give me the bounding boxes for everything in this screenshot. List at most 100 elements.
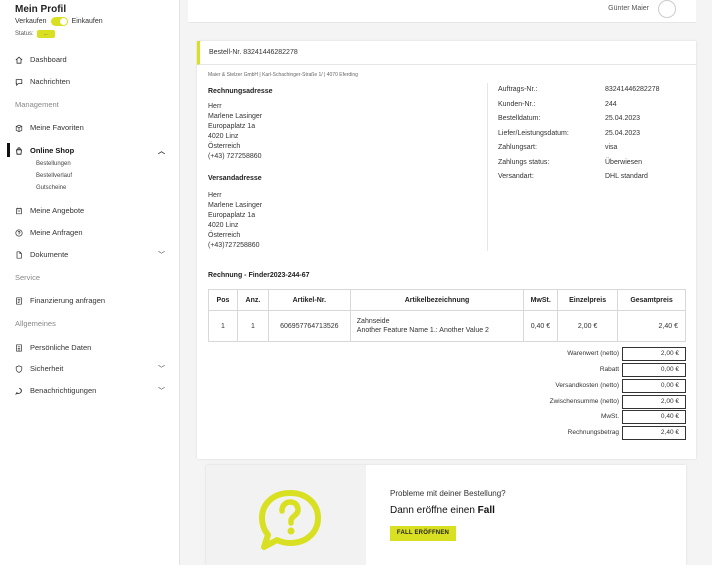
status-label: Status:	[15, 31, 34, 37]
bell-chat-icon	[15, 387, 23, 395]
sidebar-subitem-vouchers[interactable]: Gutscheine	[36, 185, 66, 191]
sidebar-item-label: Meine Angebote	[30, 206, 85, 215]
billing-line: (+43) 727258860	[208, 153, 262, 160]
sidebar-item-requests[interactable]: Meine Anfragen	[15, 228, 173, 237]
active-indicator	[7, 143, 10, 157]
sidebar: Mein Profil Verkaufen Einkaufen Status: …	[0, 0, 180, 565]
sidebar-item-label: Finanzierung anfragen	[30, 296, 106, 305]
box-icon	[15, 124, 23, 132]
item-name: Zahnseide	[356, 318, 390, 325]
sidebar-item-notifications[interactable]: Benachrichtigungen ﹀	[15, 386, 173, 395]
chevron-down-icon: ﹀	[158, 251, 165, 259]
sidebar-item-messages[interactable]: Nachrichten	[15, 77, 173, 86]
sidebar-item-offers[interactable]: Meine Angebote	[15, 206, 173, 215]
summary-label: Versandkosten (netto)	[555, 382, 619, 389]
column-header: Artikel-Nr.	[267, 289, 351, 311]
info-label: Zahlungsart:	[498, 144, 537, 151]
column-header: Gesamtpreis	[617, 289, 686, 311]
mode-switch-row: Verkaufen Einkaufen	[15, 17, 103, 26]
help-cta-prefix: Dann eröffne einen	[390, 505, 478, 516]
sidebar-item-financing[interactable]: Finanzierung anfragen	[15, 296, 173, 305]
summary-discount: Rabatt 0,00 €	[527, 363, 686, 377]
mode-buy-label: Einkaufen	[71, 18, 103, 25]
summary-value: 2,40 €	[622, 426, 686, 440]
cell-unit-price: 2,00 €	[557, 310, 619, 342]
chat-icon	[15, 78, 23, 86]
document-icon	[15, 250, 23, 259]
summary-subtotal: Zwischensumme (netto) 2,00 €	[527, 395, 686, 409]
billing-line: 4020 Linz	[208, 133, 239, 140]
summary-label: Zwischensumme (netto)	[549, 398, 619, 405]
column-header: Anz.	[236, 289, 269, 311]
shipping-line: (+43)727258860	[208, 242, 260, 249]
sidebar-subitem-orders[interactable]: Bestellungen	[36, 161, 71, 167]
sidebar-item-label: Meine Anfragen	[30, 228, 83, 237]
summary-value: 0,40 €	[622, 410, 686, 424]
cell-qty: 1	[236, 310, 269, 342]
sidebar-item-label: Dashboard	[30, 55, 67, 64]
info-value: 25.04.2023	[605, 130, 641, 137]
info-value: 83241446282278	[605, 86, 660, 93]
shipping-line: Europaplatz 1a	[208, 212, 256, 219]
billing-line: Marlene Lasinger	[208, 113, 263, 120]
offer-icon	[15, 207, 23, 215]
sidebar-item-online-shop[interactable]: Online Shop ︿	[15, 146, 173, 155]
summary-shipping: Versandkosten (netto) 0,00 €	[527, 379, 686, 393]
order-header: Bestell-Nr. 83241446282278	[197, 41, 696, 65]
summary-label: Rabatt	[599, 366, 619, 373]
shipping-line: 4020 Linz	[208, 222, 239, 229]
cell-description: Zahnseide Another Feature Name 1.: Anoth…	[349, 310, 525, 342]
sidebar-item-personal-data[interactable]: Persönliche Daten	[15, 343, 173, 352]
summary-label: Warenwert (netto)	[567, 350, 619, 357]
profile-title: Mein Profil	[15, 4, 67, 15]
chevron-down-icon: ﹀	[158, 365, 165, 373]
cell-pos: 1	[208, 310, 238, 342]
billing-address-title: Rechnungsadresse	[208, 88, 273, 95]
section-general: Allgemeines	[15, 319, 56, 328]
info-value: Überwiesen	[605, 159, 642, 166]
mode-toggle[interactable]	[50, 17, 68, 26]
finance-icon	[15, 296, 23, 305]
sidebar-item-documents[interactable]: Dokumente ﹀	[15, 250, 173, 259]
user-name[interactable]: Günter Maier	[608, 5, 649, 12]
mode-sell-label: Verkaufen	[15, 18, 47, 25]
sidebar-item-label: Online Shop	[30, 146, 75, 155]
items-table: Pos Anz. Artikel-Nr. Artikelbezeichnung …	[208, 289, 686, 342]
summary-vat: MwSt. 0,40 €	[527, 410, 686, 424]
chevron-down-icon: ﹀	[158, 387, 165, 395]
sidebar-item-security[interactable]: Sicherheit ﹀	[15, 364, 173, 373]
summary-value: 2,00 €	[622, 347, 686, 361]
sidebar-subitem-order-history[interactable]: Bestellverlauf	[36, 173, 72, 179]
cell-vat: 0,40 €	[523, 310, 559, 342]
summary-invoice-total: Rechnungsbetrag 2,40 €	[527, 426, 686, 440]
home-icon	[15, 56, 23, 64]
shipping-address: Herr Marlene Lasinger Europaplatz 1a 402…	[208, 191, 262, 251]
summary-value: 0,00 €	[622, 363, 686, 377]
sidebar-item-label: Dokumente	[30, 250, 69, 259]
cell-total-price: 2,40 €	[617, 310, 686, 342]
info-label: Bestelldatum:	[498, 115, 541, 122]
question-icon	[15, 228, 23, 237]
sidebar-item-label: Sicherheit	[30, 364, 64, 373]
info-value: 25.04.2023	[605, 115, 641, 122]
billing-line: Österreich	[208, 143, 241, 150]
seller-address: Maier & Stelzer GmbH | Karl-Schachinger-…	[208, 72, 358, 78]
open-case-button[interactable]: FALL ERÖFFNEN	[390, 526, 456, 541]
sidebar-item-favorites[interactable]: Meine Favoriten	[15, 123, 173, 132]
help-cta-text: Dann eröffne einen Fall	[390, 505, 495, 516]
info-value: 244	[605, 101, 617, 108]
chevron-up-icon: ︿	[158, 147, 165, 155]
shipping-line: Österreich	[208, 232, 241, 239]
column-header: Einzelpreis	[557, 289, 619, 311]
info-label: Versandart:	[498, 173, 534, 180]
column-header: Artikelbezeichnung	[349, 289, 525, 311]
shipping-address-title: Versandadresse	[208, 175, 262, 182]
info-label: Liefer/Leistungsdatum:	[498, 130, 569, 137]
summary-net-value: Warenwert (netto) 2,00 €	[527, 347, 686, 361]
avatar[interactable]	[658, 0, 676, 18]
help-question: Probleme mit deiner Bestellung?	[390, 489, 506, 498]
order-number-title: Bestell-Nr. 83241446282278	[209, 49, 298, 56]
info-label: Kunden-Nr.:	[498, 101, 536, 108]
sidebar-item-dashboard[interactable]: Dashboard	[15, 55, 173, 64]
order-card: Bestell-Nr. 83241446282278 Maier & Stelz…	[197, 41, 696, 459]
